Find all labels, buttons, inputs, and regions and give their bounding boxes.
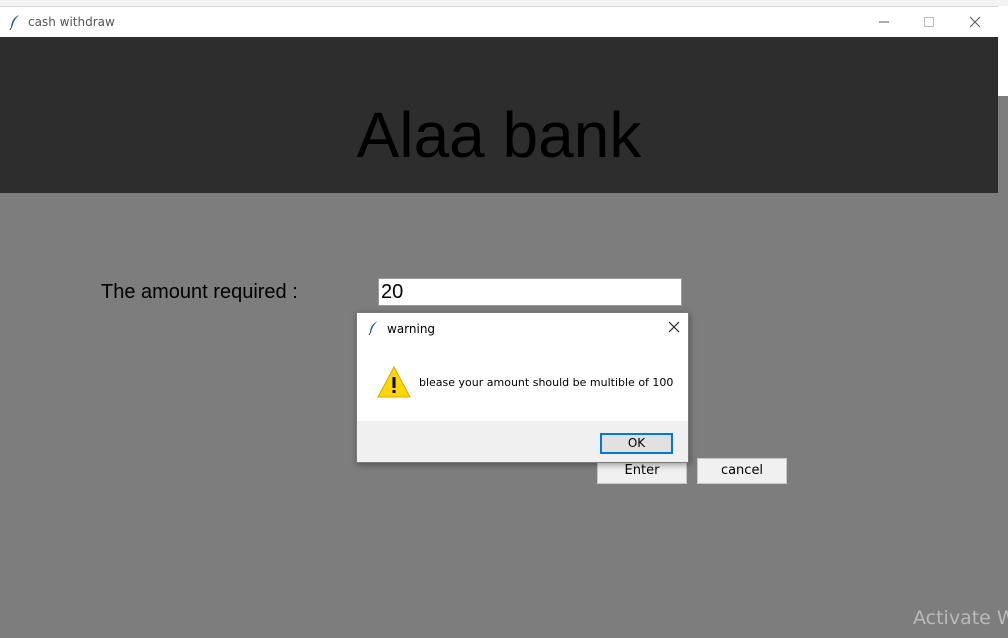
amount-input[interactable]: 20 — [378, 278, 682, 306]
bank-banner: Alaa bank — [0, 37, 998, 193]
dialog-close-button[interactable] — [666, 319, 682, 335]
feather-icon — [8, 14, 22, 31]
warning-dialog: warning blease your amount should be mul… — [356, 312, 689, 463]
dialog-footer: OK — [357, 421, 688, 462]
title-bar[interactable]: cash withdraw — [0, 7, 998, 37]
maximize-icon — [924, 17, 934, 27]
ok-button[interactable]: OK — [600, 433, 673, 454]
feather-icon — [368, 320, 380, 336]
desktop-strip — [998, 6, 1008, 638]
dialog-message: blease your amount should be multible of… — [419, 376, 674, 389]
screen: cash withdraw Alaa bank The amount requi… — [0, 0, 1008, 638]
cash-withdraw-window: cash withdraw Alaa bank The amount requi… — [0, 6, 998, 638]
close-icon — [969, 16, 981, 28]
cancel-button[interactable]: cancel — [697, 458, 787, 484]
maximize-button[interactable] — [906, 7, 952, 37]
close-button[interactable] — [952, 7, 998, 37]
minimize-button[interactable] — [861, 7, 907, 37]
dialog-title: warning — [387, 322, 436, 336]
amount-label: The amount required : — [101, 281, 298, 303]
window-title: cash withdraw — [28, 15, 115, 29]
bank-name: Alaa bank — [356, 99, 642, 171]
close-icon — [668, 321, 680, 333]
warning-icon — [377, 365, 411, 399]
activation-watermark: Activate W — [913, 607, 1008, 629]
minimize-icon — [879, 21, 889, 23]
